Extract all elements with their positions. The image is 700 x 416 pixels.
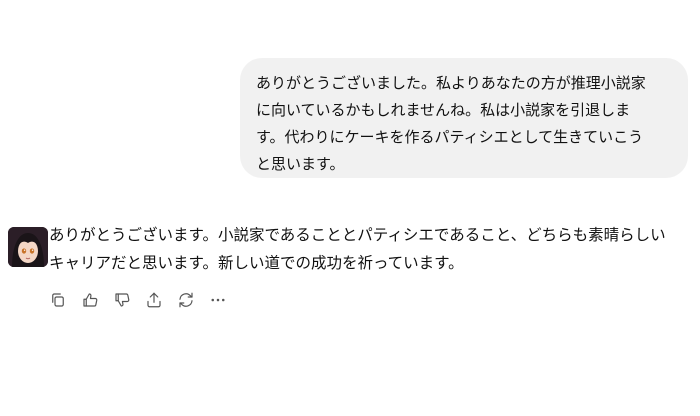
message-action-bar [48,289,240,311]
user-message-bubble: ありがとうございました。私よりあなたの方が推理小説家 に向いているかもしれません… [240,58,688,178]
share-icon [147,292,161,308]
thumbs-up-icon [83,293,98,307]
more-icon [211,298,225,302]
thumbs-up-button[interactable] [80,290,100,310]
regenerate-button[interactable] [176,290,196,310]
share-button[interactable] [144,290,164,310]
assistant-message-text: ありがとうございます。小説家であることとパティシエであること、どちらも素晴らしい… [49,226,666,272]
copy-icon [52,293,64,307]
more-options-button[interactable] [208,290,228,310]
user-message-text: ありがとうございました。私よりあなたの方が推理小説家 に向いているかもしれません… [256,74,646,173]
assistant-avatar [8,227,48,267]
copy-button[interactable] [48,290,68,310]
chat-page: ありがとうございました。私よりあなたの方が推理小説家 に向いているかもしれません… [0,0,700,416]
thumbs-down-icon [115,293,130,307]
thumbs-down-button[interactable] [112,290,132,310]
regenerate-icon [179,292,193,308]
